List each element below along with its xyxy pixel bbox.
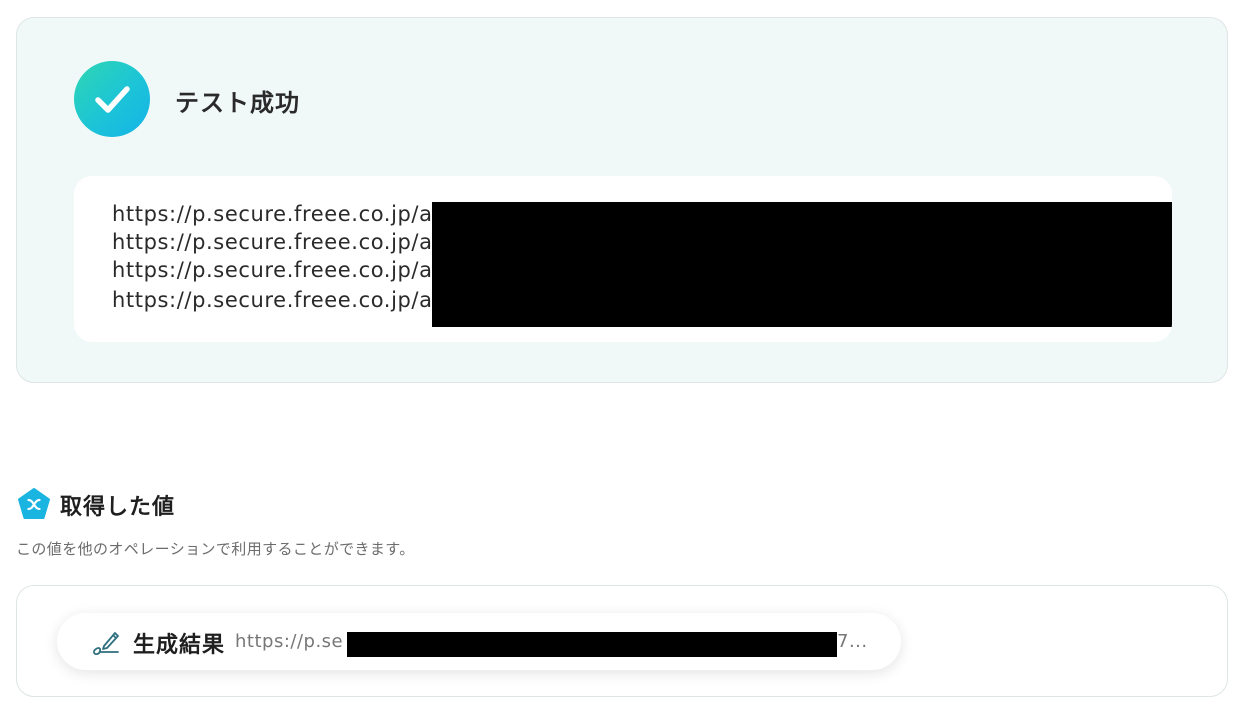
- value-chip-value-suffix: 7...: [837, 631, 868, 652]
- redaction-block: [347, 632, 837, 657]
- result-url-line: https://p.secure.freee.co.jp/a: [112, 202, 433, 226]
- pentagon-x-icon: [17, 487, 51, 521]
- redaction-block: [432, 202, 1172, 327]
- value-chip-generated-result[interactable]: 生成結果 https://p.se 7...: [57, 613, 901, 670]
- result-url-box: https://p.secure.freee.co.jp/a https://p…: [74, 176, 1172, 342]
- test-success-card: テスト成功 https://p.secure.freee.co.jp/a htt…: [16, 17, 1228, 383]
- result-url-line: https://p.secure.freee.co.jp/a: [112, 258, 433, 282]
- pen-icon: [91, 627, 121, 657]
- value-chip-value: https://p.se: [235, 631, 344, 652]
- obtained-values-description: この値を他のオペレーションで利用することができます。: [16, 540, 415, 558]
- test-success-title: テスト成功: [175, 89, 300, 117]
- value-chip-label: 生成結果: [133, 633, 226, 658]
- obtained-values-title: 取得した値: [60, 495, 176, 520]
- result-url-line: https://p.secure.freee.co.jp/a: [112, 230, 433, 254]
- result-url-line: https://p.secure.freee.co.jp/a: [112, 288, 433, 312]
- check-circle-icon: [74, 61, 150, 137]
- obtained-values-card: 生成結果 https://p.se 7...: [16, 585, 1228, 697]
